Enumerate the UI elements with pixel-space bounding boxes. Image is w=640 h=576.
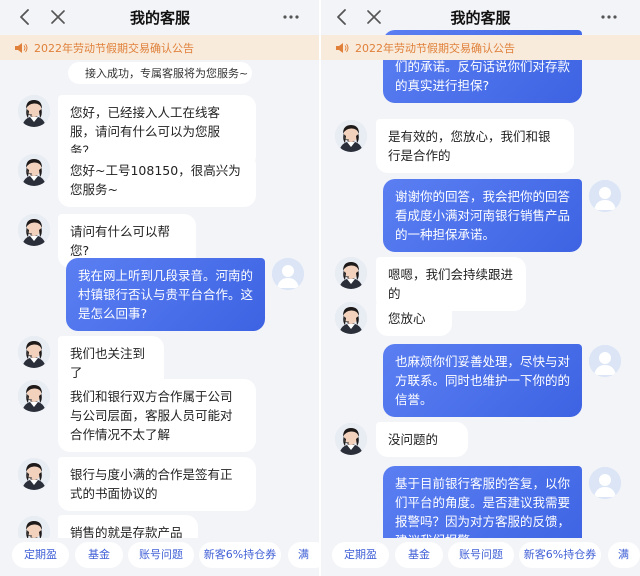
quick-reply-chip[interactable]: 定期盈 [12, 542, 69, 568]
notice-text: 2022年劳动节假期交易确认公告 [34, 41, 194, 55]
agent-avatar[interactable] [18, 95, 50, 127]
page-title: 我的客服 [129, 9, 190, 27]
agent-avatar[interactable] [335, 423, 367, 455]
right-chat-screen: 我的客服 保险保障是否有效，是否就是你们的承诺。反句话说你们对存款的真实进行担保… [321, 0, 640, 576]
speaker-icon [336, 42, 349, 53]
agent-avatar[interactable] [18, 380, 50, 412]
user-message: 谢谢你的回答，我会把你的回答看成度小满对河南银行销售产品的一种担保承诺。 [383, 179, 582, 252]
quick-reply-chip[interactable]: 账号问题 [448, 542, 514, 568]
more-icon [283, 15, 299, 19]
user-avatar[interactable] [272, 258, 304, 290]
page-title: 我的客服 [450, 9, 511, 27]
agent-message: 银行与度小满的合作是签有正式的书面协议的 [58, 457, 256, 511]
user-avatar[interactable] [589, 345, 621, 377]
user-message: 我在网上听到几段录音。河南的村镇银行否认与贵平台合作。这是怎么回事? [66, 258, 265, 331]
quick-reply-bar: 定期盈 基金 账号问题 新客6%持仓券 满 [321, 538, 640, 576]
agent-avatar[interactable] [335, 302, 367, 334]
user-message: 也麻烦你们妥善处理，尽快与对方联系。同时也维护一下你的的信誉。 [383, 344, 582, 417]
quick-reply-chip[interactable]: 账号问题 [128, 542, 194, 568]
notice-bar[interactable]: 2022年劳动节假期交易确认公告 [321, 35, 640, 60]
agent-message: 没问题的 [376, 422, 468, 457]
agent-avatar[interactable] [18, 336, 50, 368]
system-message: 接入成功，专属客服将为您服务~ [68, 62, 252, 84]
agent-avatar[interactable] [18, 458, 50, 490]
quick-reply-chip[interactable]: 新客6%持仓券 [199, 542, 281, 568]
agent-message: 我们和银行双方合作属于公司与公司层面，客服人员可能对合作情况不太了解 [58, 379, 256, 452]
agent-avatar[interactable] [18, 154, 50, 186]
agent-avatar[interactable] [335, 257, 367, 289]
system-message-text: 接入成功，专属客服将为您服务~ [85, 67, 249, 80]
left-chat-screen: 我的客服 2022年劳动节假期交易确认公告 接入成功，专属客服将为您服务~ 您好… [0, 0, 320, 576]
quick-reply-bar: 定期盈 基金 账号问题 新客6%持仓券 满 [0, 538, 320, 576]
quick-reply-chip[interactable]: 新客6%持仓券 [519, 542, 601, 568]
user-avatar[interactable] [589, 467, 621, 499]
quick-reply-chip[interactable]: 基金 [75, 542, 123, 568]
quick-reply-chip[interactable]: 基金 [395, 542, 443, 568]
agent-avatar[interactable] [18, 214, 50, 246]
notice-bar[interactable]: 2022年劳动节假期交易确认公告 [0, 35, 320, 60]
quick-reply-chip[interactable]: 满 [608, 542, 640, 568]
agent-message: 您放心 [376, 301, 452, 336]
agent-message: 是有效的，您放心，我们和银行是合作的 [376, 119, 574, 173]
speaker-icon [15, 42, 28, 53]
notice-text: 2022年劳动节假期交易确认公告 [355, 41, 515, 55]
navbar: 我的客服 [0, 0, 320, 35]
more-icon [601, 15, 617, 19]
quick-reply-chip[interactable]: 定期盈 [332, 542, 389, 568]
quick-reply-chip[interactable]: 满 [288, 542, 320, 568]
agent-message: 您好~工号108150，很高兴为您服务~ [58, 153, 256, 207]
more-button[interactable] [597, 5, 621, 29]
agent-avatar[interactable] [335, 120, 367, 152]
more-button[interactable] [279, 5, 303, 29]
user-avatar[interactable] [589, 180, 621, 212]
